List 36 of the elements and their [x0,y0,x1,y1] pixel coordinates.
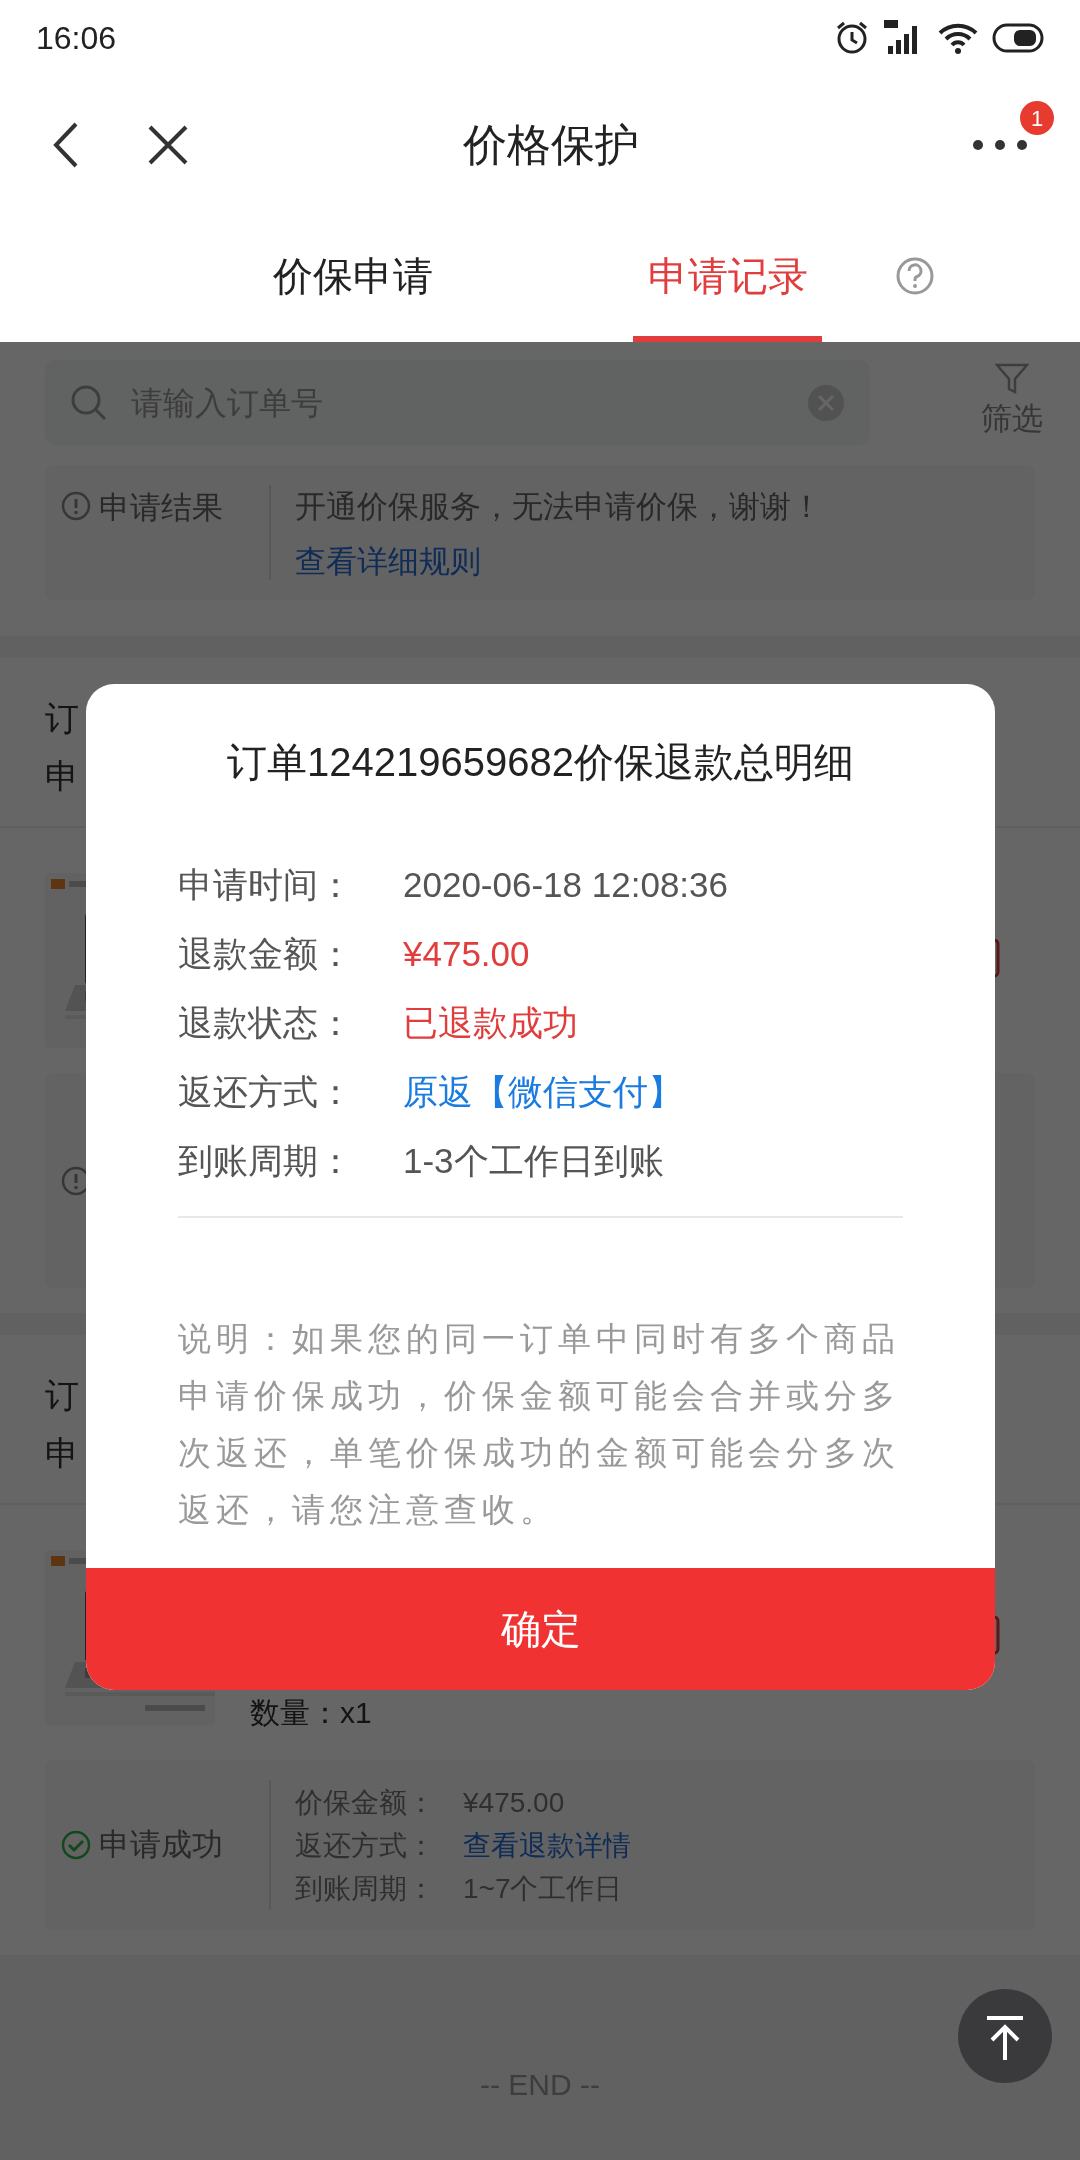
order-number: 订 [45,1375,79,1415]
alarm-icon [834,19,870,56]
scroll-to-top-icon[interactable] [957,1988,1053,2084]
detail-label: 退款状态： [178,1002,354,1044]
result-label: 申请成功 [99,1825,223,1864]
filter-icon [995,362,1029,397]
refund-details-link[interactable]: 查看退款详情 [463,1823,631,1867]
close-icon[interactable] [146,123,190,167]
detail-label: 返还方式： [178,1071,354,1113]
order-date: 申 [45,756,79,796]
notification-badge: 1 [1020,101,1054,135]
check-circle-icon [61,1830,91,1860]
detail-label: 退款金额： [178,933,354,975]
detail-value: 已退款成功 [403,1002,578,1044]
status-time: 16:06 [36,18,117,58]
detail-value: ¥475.00 [403,933,530,975]
help-icon[interactable] [895,255,935,296]
detail-value: 原返【微信支付】 [403,1071,683,1113]
detail-value: 1-3个工作日到账 [403,1140,664,1182]
detail-label: 到账周期： [178,1140,354,1182]
note-text: 说明：如果您的同一订单中同时有多个商品申请价保成功，价保金额可能会合并或分多次返还，单笔价保成功的金额可能会分多次返还，请您注意查收。 [178,1319,901,1530]
tab[interactable]: 价保申请 [253,215,453,342]
info-icon [61,491,91,521]
order-date: 申 [45,1433,79,1473]
page-title: 价格保护 [462,119,640,171]
rules-link[interactable]: 查看详细规则 [295,534,481,589]
detail-label: 申请时间： [178,864,354,906]
notice-text: 开通价保服务，无法申请价保，谢谢！ 查看详细规则 [295,479,955,600]
dialog-title: 订单124219659682价保退款总明细 [226,739,855,786]
quantity-text: 数量：x1 [250,1695,372,1731]
result-label: 申请结果 [99,489,223,527]
order-number: 订 [45,698,79,738]
more-icon[interactable] [972,139,1028,151]
detail-value: 2020-06-18 12:08:36 [403,864,728,906]
confirm-button[interactable]: 确定 [86,1568,995,1690]
battery-icon [992,22,1044,53]
